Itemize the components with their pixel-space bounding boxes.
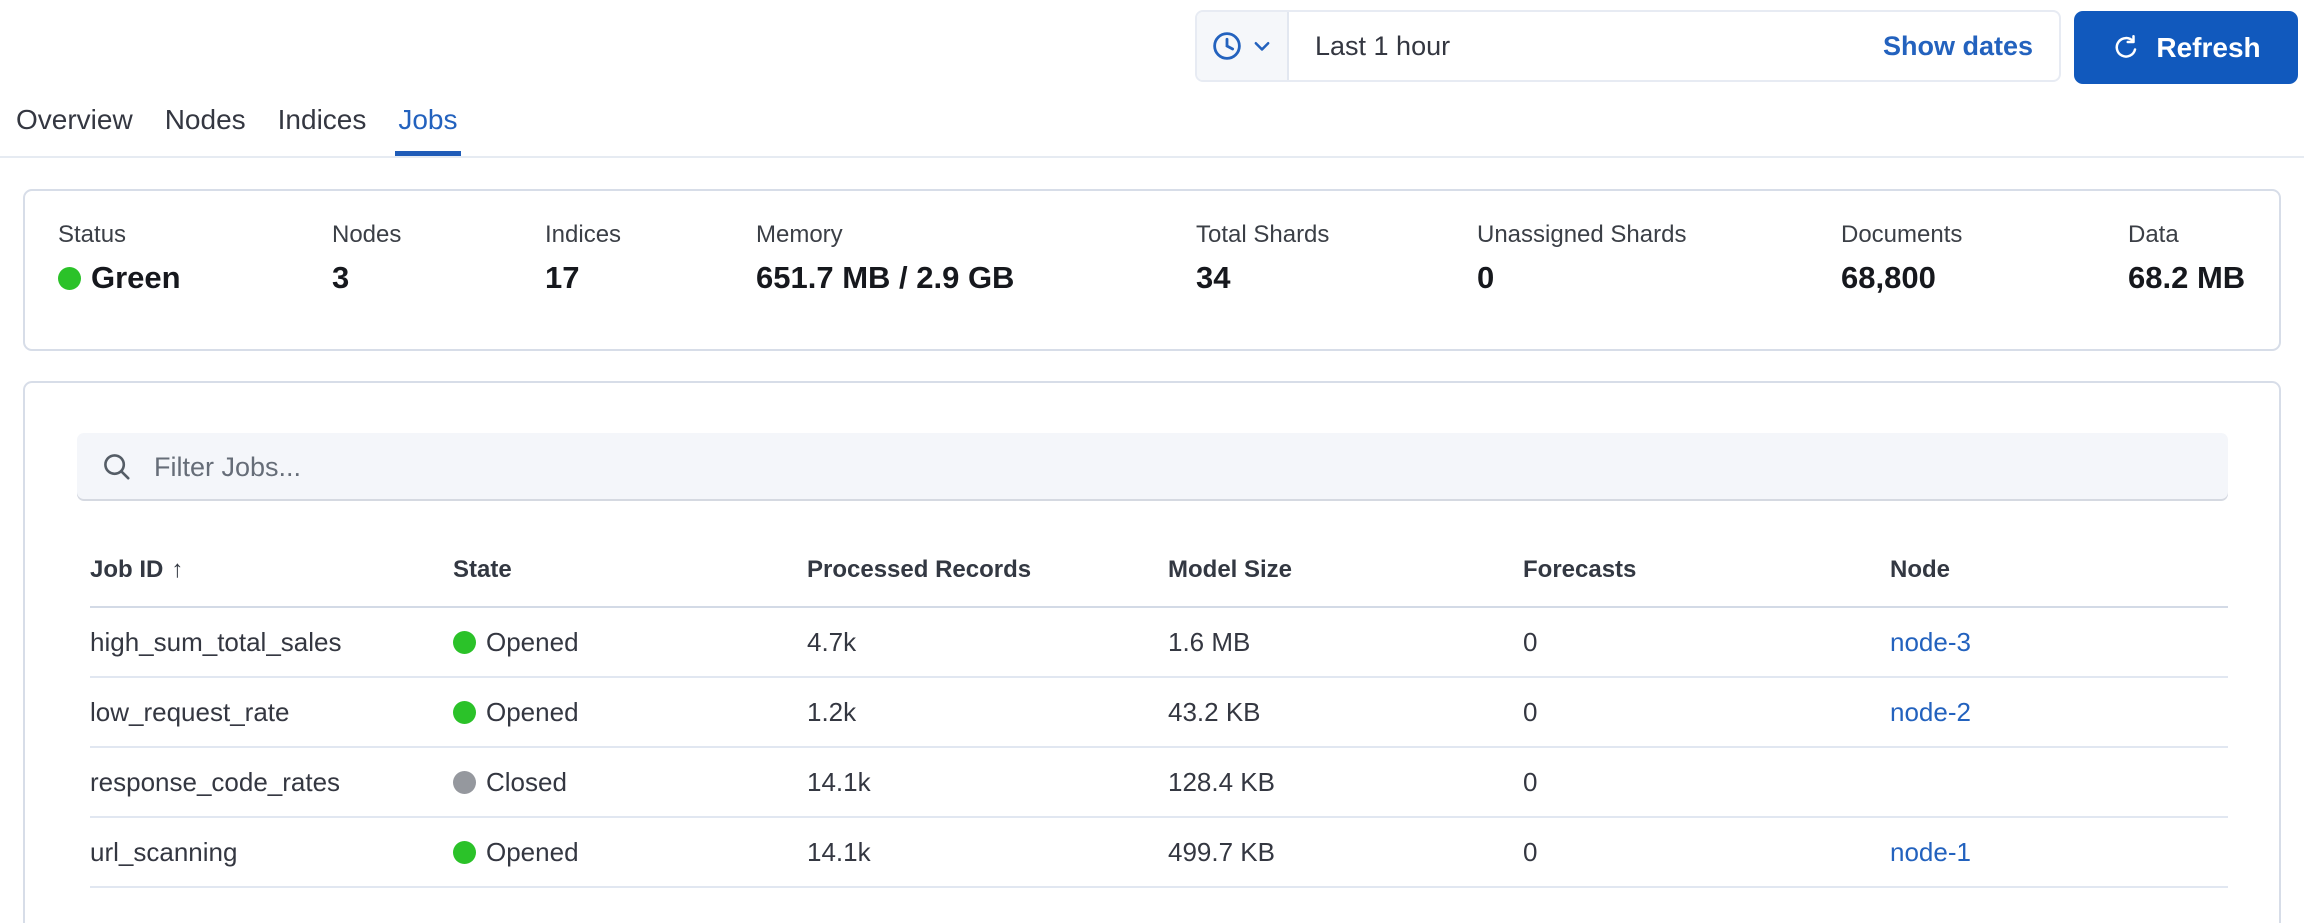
- job-id-cell: high_sum_total_sales: [90, 607, 453, 678]
- tab-jobs[interactable]: Jobs: [395, 104, 461, 156]
- state-cell: Closed: [453, 747, 807, 818]
- jobs-table: Job ID ↑ State Processed Records Model Si…: [90, 556, 2228, 888]
- chevron-down-icon: [1251, 35, 1273, 57]
- stat-data: Data 68.2 MB: [2128, 221, 2279, 349]
- state-label: Opened: [486, 626, 579, 657]
- stat-label: Data: [2128, 221, 2179, 248]
- stat-label: Documents: [1841, 221, 1963, 248]
- cluster-stats-panel: Status Green Nodes 3 Indices 17 Memory 6…: [23, 189, 2281, 351]
- stat-value: 34: [1196, 260, 1231, 295]
- jobs-filter-input[interactable]: [154, 451, 2204, 483]
- stat-unassigned-shards: Unassigned Shards 0: [1477, 221, 1841, 349]
- time-picker: Last 1 hour Show dates: [1195, 10, 2061, 82]
- show-dates-link[interactable]: Show dates: [1883, 31, 2033, 62]
- stat-label: Indices: [545, 221, 622, 248]
- refresh-button[interactable]: Refresh: [2074, 11, 2298, 84]
- node-cell: node-2: [1890, 677, 2228, 748]
- state-label: Opened: [486, 696, 579, 727]
- jobs-filter-box: [77, 433, 2228, 501]
- processed-records-cell: 4.7k: [807, 607, 1168, 678]
- stat-documents: Documents 68,800: [1841, 221, 2128, 349]
- forecasts-cell: 0: [1523, 747, 1890, 818]
- top-bar: Last 1 hour Show dates Refresh: [0, 0, 2304, 95]
- model-size-cell: 499.7 KB: [1168, 817, 1523, 888]
- job-id-cell: response_code_rates: [90, 747, 453, 818]
- forecasts-cell: 0: [1523, 677, 1890, 748]
- time-range-text: Last 1 hour: [1315, 30, 1451, 61]
- node-link[interactable]: node-2: [1890, 697, 1971, 727]
- state-dot: [453, 700, 476, 724]
- stat-indices: Indices 17: [545, 221, 756, 349]
- table-row: response_code_rates Closed 14.1k 128.4 K…: [90, 747, 2228, 818]
- stat-memory: Memory 651.7 MB / 2.9 GB: [756, 221, 1196, 349]
- model-size-cell: 1.6 MB: [1168, 607, 1523, 678]
- stat-label: Total Shards: [1196, 221, 1330, 248]
- forecasts-cell: 0: [1523, 607, 1890, 678]
- node-cell: node-1: [1890, 817, 2228, 888]
- node-link[interactable]: node-1: [1890, 837, 1971, 867]
- tab-nodes[interactable]: Nodes: [162, 104, 249, 156]
- stat-value: 0: [1477, 260, 1495, 295]
- stat-label: Unassigned Shards: [1477, 221, 1687, 248]
- state-dot: [453, 840, 476, 864]
- state-cell: Opened: [453, 817, 807, 888]
- column-header-node[interactable]: Node: [1890, 556, 2228, 608]
- state-dot: [453, 770, 476, 794]
- stat-total-shards: Total Shards 34: [1196, 221, 1477, 349]
- state-label: Opened: [486, 836, 579, 867]
- state-cell: Opened: [453, 607, 807, 678]
- job-id-cell: low_request_rate: [90, 677, 453, 748]
- tab-bar: Overview Nodes Indices Jobs: [0, 95, 2304, 158]
- health-status-dot: [58, 266, 81, 290]
- tab-indices[interactable]: Indices: [275, 104, 370, 156]
- node-cell: node-3: [1890, 607, 2228, 678]
- table-row: high_sum_total_sales Opened 4.7k 1.6 MB …: [90, 607, 2228, 678]
- model-size-cell: 128.4 KB: [1168, 747, 1523, 818]
- node-cell: [1890, 747, 2228, 818]
- tab-overview[interactable]: Overview: [13, 104, 136, 156]
- job-id-cell: url_scanning: [90, 817, 453, 888]
- stat-label: Status: [58, 221, 127, 248]
- state-label: Closed: [486, 766, 567, 797]
- processed-records-cell: 14.1k: [807, 747, 1168, 818]
- refresh-button-label: Refresh: [2156, 31, 2261, 63]
- time-range-display[interactable]: Last 1 hour Show dates: [1289, 12, 2059, 80]
- stat-value: 68,800: [1841, 260, 1936, 295]
- column-header-forecasts[interactable]: Forecasts: [1523, 556, 1890, 608]
- node-link[interactable]: node-3: [1890, 627, 1971, 657]
- time-quick-select-button[interactable]: [1197, 12, 1289, 80]
- stat-nodes: Nodes 3: [332, 221, 545, 349]
- column-header-state[interactable]: State: [453, 556, 807, 608]
- stat-value: 651.7 MB / 2.9 GB: [756, 260, 1015, 295]
- stat-label: Memory: [756, 221, 843, 248]
- column-header-job-id[interactable]: Job ID ↑: [90, 556, 453, 608]
- stat-value: 3: [332, 260, 350, 295]
- stat-value: 17: [545, 260, 580, 295]
- table-header-row: Job ID ↑ State Processed Records Model Si…: [90, 556, 2228, 608]
- column-header-processed-records[interactable]: Processed Records: [807, 556, 1168, 608]
- clock-icon: [1212, 31, 1242, 61]
- table-row: low_request_rate Opened 1.2k 43.2 KB 0 n…: [90, 677, 2228, 748]
- processed-records-cell: 14.1k: [807, 817, 1168, 888]
- stat-status: Status Green: [58, 221, 332, 349]
- stat-value: 68.2 MB: [2128, 260, 2246, 295]
- refresh-icon: [2111, 33, 2141, 63]
- search-icon: [101, 451, 133, 483]
- model-size-cell: 43.2 KB: [1168, 677, 1523, 748]
- stat-value: Green: [91, 260, 181, 295]
- sort-ascending-icon: ↑: [171, 556, 184, 583]
- column-header-model-size[interactable]: Model Size: [1168, 556, 1523, 608]
- jobs-panel: Job ID↑ State Processed Records Model Si…: [23, 381, 2281, 923]
- processed-records-cell: 1.2k: [807, 677, 1168, 748]
- table-row: url_scanning Opened 14.1k 499.7 KB 0 nod…: [90, 817, 2228, 888]
- state-cell: Opened: [453, 677, 807, 748]
- state-dot: [453, 630, 476, 654]
- forecasts-cell: 0: [1523, 817, 1890, 888]
- stat-label: Nodes: [332, 221, 402, 248]
